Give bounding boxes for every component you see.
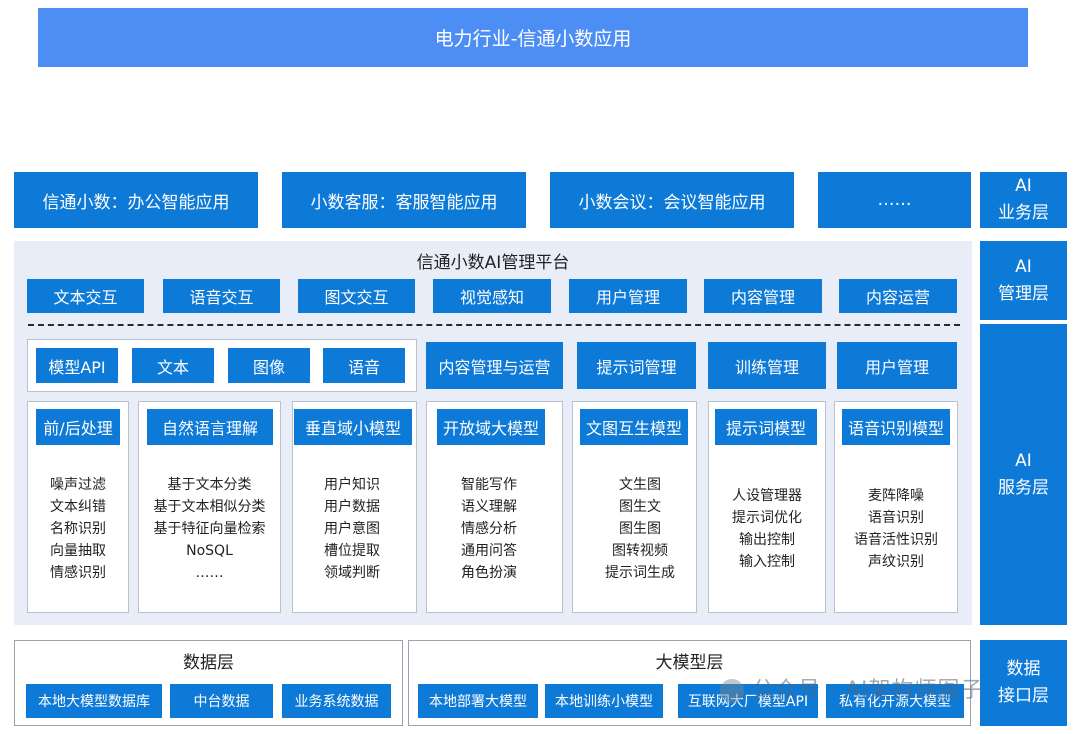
model-layer-title: 大模型层 <box>655 652 724 673</box>
speech-recognition-model-label[interactable]: 语音识别模型 <box>842 409 950 445</box>
mgmt-voice-interaction[interactable]: 语音交互 <box>163 279 280 313</box>
business-system-data-button[interactable]: 业务系统数据 <box>282 684 391 718</box>
side-label-service: AI 服务层 <box>980 324 1067 625</box>
list-item: 情感分析 <box>461 521 517 537</box>
list-item: 通用问答 <box>461 543 517 559</box>
pre-post-processing-items: 噪声过滤 文本纠错 名称识别 向量抽取 情感识别 <box>27 474 129 584</box>
pre-post-processing-label[interactable]: 前/后处理 <box>36 409 120 445</box>
text-image-model-label[interactable]: 文图互生模型 <box>580 409 688 445</box>
list-item: 图生文 <box>619 499 661 515</box>
list-item: 槽位提取 <box>324 543 380 559</box>
list-item: 智能写作 <box>461 477 517 493</box>
service-user-management-button[interactable]: 用户管理 <box>837 342 957 389</box>
side-label-data: 数据 接口层 <box>980 640 1067 726</box>
list-item: 声纹识别 <box>868 554 924 570</box>
side-label-management: AI 管理层 <box>980 241 1067 320</box>
local-deploy-model-button[interactable]: 本地部署大模型 <box>418 684 538 718</box>
list-item: 角色扮演 <box>461 565 517 581</box>
list-item: 文生图 <box>619 477 661 493</box>
speech-recognition-model-items: 麦阵降噪 语音识别 语音活性识别 声纹识别 <box>834 485 958 573</box>
side-label-service-line1: AI <box>1015 450 1032 471</box>
list-item: 语音活性识别 <box>854 532 938 548</box>
business-app-office[interactable]: 信通小数：办公智能应用 <box>14 172 258 228</box>
side-label-data-line1: 数据 <box>1006 659 1041 679</box>
list-item: 噪声过滤 <box>50 477 106 493</box>
local-train-small-model-button[interactable]: 本地训练小模型 <box>545 684 663 718</box>
list-item: 用户数据 <box>324 499 380 515</box>
data-layer-title: 数据层 <box>183 652 234 673</box>
vertical-small-model-items: 用户知识 用户数据 用户意图 槽位提取 领域判断 <box>292 474 412 584</box>
list-item: 向量抽取 <box>50 543 106 559</box>
page-title: 电力行业-信通小数应用 <box>38 8 1028 67</box>
model-api-voice-button[interactable]: 语音 <box>323 348 405 383</box>
list-item: 输出控制 <box>739 532 795 548</box>
watermark: 公众号 · AI架构师图子 <box>720 672 984 708</box>
list-item: …… <box>195 565 224 581</box>
open-domain-model-label[interactable]: 开放域大模型 <box>437 409 545 445</box>
nlu-label[interactable]: 自然语言理解 <box>147 409 273 445</box>
list-item: 基于特征向量检索 <box>153 521 266 537</box>
side-label-data-line2: 接口层 <box>998 686 1049 706</box>
side-label-management-line2: 管理层 <box>998 283 1049 304</box>
mgmt-user-management[interactable]: 用户管理 <box>569 279 687 313</box>
list-item: 提示词生成 <box>605 565 675 581</box>
prompt-model-items: 人设管理器 提示词优化 输出控制 输入控制 <box>708 485 826 573</box>
side-label-business-line2: 业务层 <box>998 203 1049 223</box>
mgmt-content-management[interactable]: 内容管理 <box>704 279 822 313</box>
model-api-image-button[interactable]: 图像 <box>228 348 310 383</box>
mgmt-content-operation[interactable]: 内容运营 <box>839 279 957 313</box>
text-image-model-items: 文生图 图生文 图生图 图转视频 提示词生成 <box>572 474 708 584</box>
side-label-service-line2: 服务层 <box>998 477 1049 498</box>
mgmt-image-text-interaction[interactable]: 图文交互 <box>298 279 415 313</box>
list-item: 提示词优化 <box>732 510 802 526</box>
model-api-text-button[interactable]: 文本 <box>132 348 214 383</box>
local-model-database-button[interactable]: 本地大模型数据库 <box>26 684 162 718</box>
middle-platform-data-button[interactable]: 中台数据 <box>170 684 273 718</box>
mgmt-text-interaction[interactable]: 文本交互 <box>27 279 144 313</box>
list-item: 图生图 <box>619 521 661 537</box>
dashed-divider <box>28 324 960 326</box>
list-item: 基于文本分类 <box>167 477 252 493</box>
side-label-business-line1: AI <box>1015 176 1032 196</box>
vertical-small-model-label[interactable]: 垂直域小模型 <box>294 409 412 445</box>
nlu-items: 基于文本分类 基于文本相似分类 基于特征向量检索 NoSQL …… <box>138 474 281 584</box>
list-item: 麦阵降噪 <box>868 488 924 504</box>
prompt-management-button[interactable]: 提示词管理 <box>577 342 696 389</box>
list-item: 人设管理器 <box>732 488 802 504</box>
business-app-service[interactable]: 小数客服：客服智能应用 <box>282 172 526 228</box>
list-item: 输入控制 <box>739 554 795 570</box>
list-item: 文本纠错 <box>50 499 106 515</box>
list-item: 语音识别 <box>868 510 924 526</box>
prompt-model-label[interactable]: 提示词模型 <box>715 409 817 445</box>
mgmt-visual-perception[interactable]: 视觉感知 <box>433 279 551 313</box>
training-management-button[interactable]: 训练管理 <box>708 342 826 389</box>
list-item: 基于文本相似分类 <box>153 499 266 515</box>
side-label-business: AI 业务层 <box>980 172 1067 228</box>
list-item: 语义理解 <box>461 499 517 515</box>
list-item: 用户意图 <box>324 521 380 537</box>
content-management-operation-button[interactable]: 内容管理与运营 <box>426 342 563 389</box>
list-item: NoSQL <box>186 543 233 559</box>
wechat-icon <box>720 679 744 703</box>
list-item: 名称识别 <box>50 521 106 537</box>
watermark-text: 公众号 · AI架构师图子 <box>752 678 984 703</box>
list-item: 用户知识 <box>324 477 380 493</box>
list-item: 领域判断 <box>324 565 380 581</box>
business-app-meeting[interactable]: 小数会议：会议智能应用 <box>550 172 794 228</box>
list-item: 图转视频 <box>612 543 668 559</box>
list-item: 情感识别 <box>50 565 106 581</box>
side-label-management-line1: AI <box>1015 256 1032 277</box>
business-app-more[interactable]: …… <box>818 172 971 228</box>
open-domain-model-items: 智能写作 语义理解 情感分析 通用问答 角色扮演 <box>426 474 552 584</box>
management-platform-title: 信通小数AI管理平台 <box>416 252 570 273</box>
model-api-button[interactable]: 模型API <box>36 348 118 383</box>
